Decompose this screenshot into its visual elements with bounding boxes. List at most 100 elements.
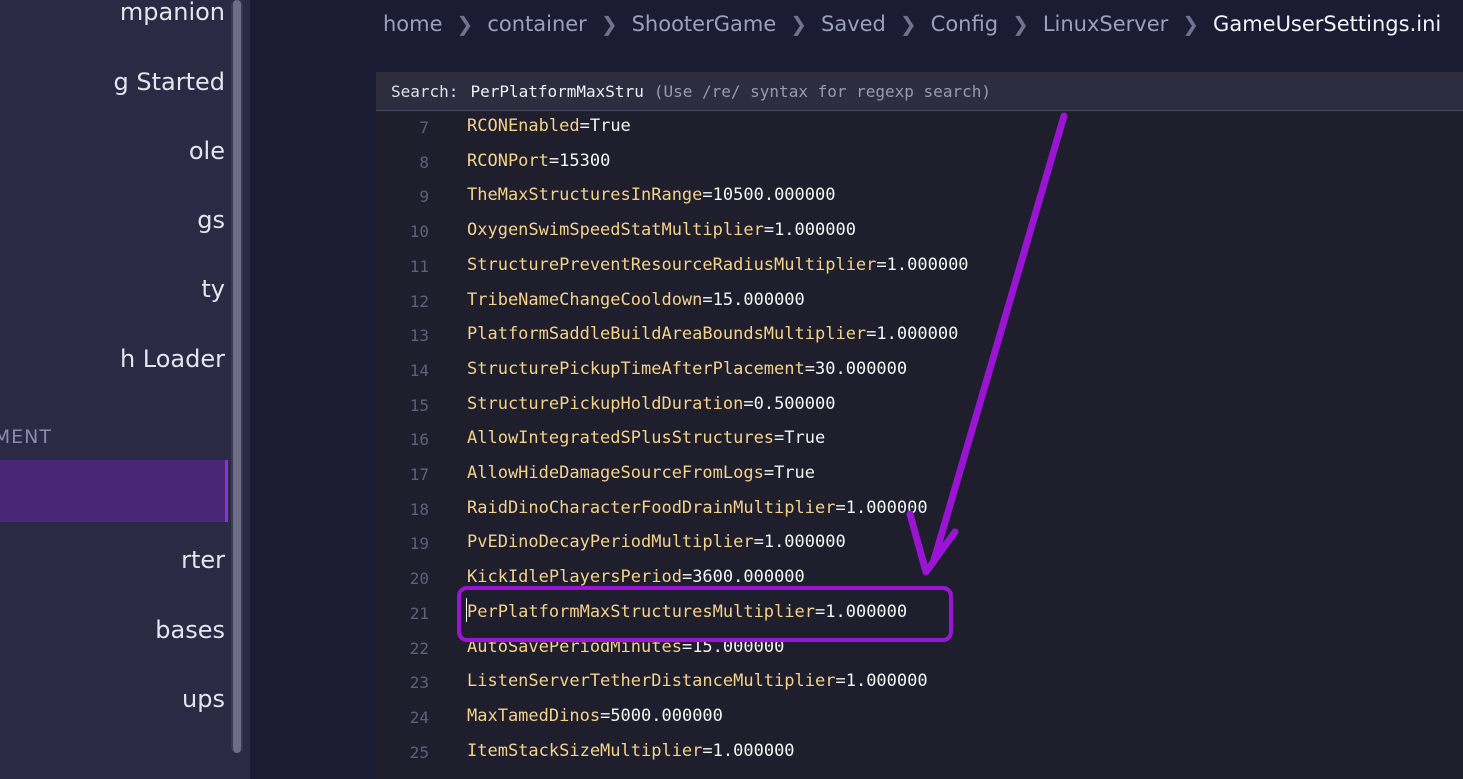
code-text: AllowIntegratedSPlusStructures=True: [467, 428, 825, 448]
chevron-right-icon: ❯: [1182, 12, 1200, 36]
code-line[interactable]: 8 RCONPort=15300: [376, 145, 1463, 180]
line-number: 13: [409, 326, 429, 346]
code-line[interactable]: 18 RaidDinoCharacterFoodDrainMultiplier=1…: [376, 492, 1463, 527]
code-line[interactable]: 25 ItemStackSizeMultiplier=1.000000: [376, 735, 1463, 770]
setting-value: True: [784, 428, 826, 449]
equals-sign: =: [763, 220, 775, 241]
code-text: ListenServerTetherDistanceMultiplier=1.0…: [467, 671, 928, 691]
setting-key: TheMaxStructuresInRange: [467, 185, 703, 206]
sidebar-item-label: mpanion: [119, 0, 225, 26]
breadcrumb-current-file: GameUserSettings.ini: [1213, 12, 1442, 36]
code-line[interactable]: 15 StructurePickupHoldDuration=0.500000: [376, 388, 1463, 423]
sidebar-item-label: ole: [188, 137, 225, 165]
code-line[interactable]: 7 RCONEnabled=True: [376, 110, 1463, 145]
setting-value: 1.000000: [876, 324, 959, 345]
equals-sign: =: [579, 116, 590, 136]
code-text: TribeNameChangeCooldown=15.000000: [467, 290, 805, 310]
code-line[interactable]: 14 StructurePickupTimeAfterPlacement=30.0…: [376, 353, 1463, 388]
sidebar-item-backups[interactable]: ups: [0, 668, 225, 730]
setting-key: MaxTamedDinos: [467, 705, 601, 726]
line-number: 12: [409, 291, 429, 311]
breadcrumb-shootergame[interactable]: ShooterGame: [632, 12, 777, 36]
chevron-right-icon: ❯: [899, 12, 917, 36]
sidebar-item-files-active[interactable]: [0, 460, 228, 522]
line-number: 9: [419, 187, 429, 207]
line-number: 20: [409, 569, 429, 589]
breadcrumb-home[interactable]: home: [383, 12, 443, 36]
search-input[interactable]: PerPlatformMaxStru: [470, 82, 643, 101]
code-text: RCONPort=15300: [467, 151, 610, 171]
search-bar[interactable]: Search: PerPlatformMaxStru (Use /re/ syn…: [376, 72, 1463, 111]
setting-value: 0.500000: [753, 393, 836, 414]
code-line[interactable]: 13 PlatformSaddleBuildAreaBoundsMultiplie…: [376, 318, 1463, 353]
chevron-right-icon: ❯: [790, 12, 808, 36]
code-line[interactable]: 24 MaxTamedDinos=5000.000000: [376, 700, 1463, 735]
setting-key: StructurePickupTimeAfterPlacement: [467, 358, 805, 379]
setting-key: KickIdlePlayersPeriod: [467, 567, 682, 588]
breadcrumb-container[interactable]: container: [487, 12, 587, 36]
sidebar-item-settings[interactable]: gs: [0, 189, 225, 251]
setting-key: StructurePreventResourceRadiusMultiplier: [467, 254, 877, 275]
search-hint: (Use /re/ syntax for regexp search): [653, 81, 991, 101]
setting-value: True: [589, 116, 631, 136]
code-text: PvEDinoDecayPeriodMultiplier=1.000000: [467, 532, 846, 552]
line-number: 19: [409, 534, 429, 554]
setting-value: 15300: [559, 150, 611, 171]
line-number: 8: [419, 152, 429, 172]
equals-sign: =: [548, 150, 560, 171]
setting-key: ListenServerTetherDistanceMultiplier: [467, 671, 836, 692]
line-number: 7: [419, 118, 429, 137]
sidebar-item-label: rter: [181, 546, 225, 574]
code-line[interactable]: 17 AllowHideDamageSourceFromLogs=True: [376, 457, 1463, 492]
sidebar-item-loader[interactable]: h Loader: [0, 328, 225, 390]
setting-key: RCONEnabled: [467, 116, 580, 136]
setting-value: 5000.000000: [610, 705, 723, 726]
setting-key: PlatformSaddleBuildAreaBoundsMultiplier: [467, 324, 867, 345]
line-number: 17: [409, 465, 429, 484]
code-line[interactable]: 11 StructurePreventResourceRadiusMultipli…: [376, 249, 1463, 284]
equals-sign: =: [681, 567, 693, 588]
code-text: RCONEnabled=True: [467, 116, 631, 136]
code-editor[interactable]: Search: PerPlatformMaxStru (Use /re/ syn…: [376, 72, 1463, 779]
breadcrumb-saved[interactable]: Saved: [821, 12, 886, 36]
line-number: 23: [409, 673, 429, 693]
sidebar-item-console[interactable]: ole: [0, 120, 225, 182]
equals-sign: =: [835, 497, 846, 518]
sidebar-item-databases[interactable]: bases: [0, 599, 225, 661]
sidebar-section-heading: MENT: [0, 426, 52, 448]
setting-key: RaidDinoCharacterFoodDrainMultiplier: [467, 497, 836, 518]
sidebar-scrollbar-thumb[interactable]: [233, 0, 241, 753]
line-number: 22: [409, 638, 429, 658]
sidebar-item-label: ty: [201, 275, 225, 303]
sidebar: mpanion g Started ole gs ty h Loader MEN…: [0, 0, 250, 779]
code-line[interactable]: 23 ListenServerTetherDistanceMultiplier=1…: [376, 665, 1463, 700]
sidebar-item-label: g Started: [113, 68, 226, 96]
setting-value: 15.000000: [712, 289, 805, 310]
sidebar-item-label: ups: [182, 685, 225, 713]
code-line[interactable]: 12 TribeNameChangeCooldown=15.000000: [376, 284, 1463, 319]
breadcrumb-config[interactable]: Config: [931, 12, 998, 36]
code-line[interactable]: 19 PvEDinoDecayPeriodMultiplier=1.000000: [376, 526, 1463, 561]
breadcrumb-linuxserver[interactable]: LinuxServer: [1043, 12, 1168, 36]
sidebar-item-getting-started[interactable]: g Started: [0, 51, 226, 113]
sidebar-item-activity[interactable]: ty: [0, 258, 225, 320]
setting-key: AllowHideDamageSourceFromLogs: [467, 463, 764, 483]
equals-sign: =: [866, 324, 877, 345]
code-line[interactable]: 9 TheMaxStructuresInRange=10500.000000: [376, 179, 1463, 214]
code-line[interactable]: 10 OxygenSwimSpeedStatMultiplier=1.000000: [376, 214, 1463, 249]
sidebar-item-companion[interactable]: mpanion: [0, 0, 225, 43]
code-line[interactable]: 16 AllowIntegratedSPlusStructures=True: [376, 422, 1463, 457]
chevron-right-icon: ❯: [1012, 12, 1029, 36]
setting-key: PvEDinoDecayPeriodMultiplier: [467, 532, 754, 553]
line-number: 18: [409, 499, 429, 519]
setting-value: 1.000000: [763, 532, 846, 553]
setting-value: 10500.000000: [712, 185, 836, 206]
setting-key: OxygenSwimSpeedStatMultiplier: [467, 220, 764, 241]
code-text: StructurePreventResourceRadiusMultiplier…: [467, 255, 969, 275]
sidebar-item-starter[interactable]: rter: [0, 529, 225, 591]
sidebar-scrollbar[interactable]: [231, 0, 243, 753]
equals-sign: =: [743, 393, 754, 414]
code-text: PlatformSaddleBuildAreaBoundsMultiplier=…: [467, 324, 958, 344]
code-text: OxygenSwimSpeedStatMultiplier=1.000000: [467, 220, 856, 240]
line-number: 16: [409, 430, 429, 450]
